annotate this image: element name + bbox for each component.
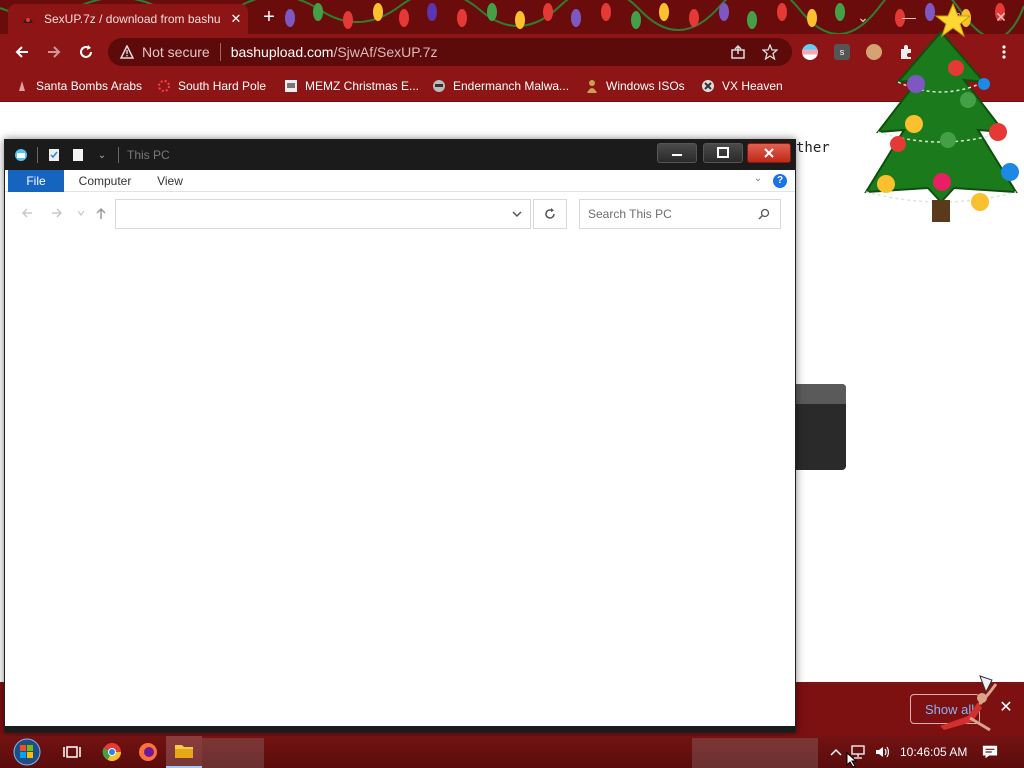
bookmark-label: Endermanch Malwa...: [453, 79, 570, 93]
firefox-icon: [139, 743, 157, 761]
show-hidden-icons-chevron-icon[interactable]: [828, 744, 844, 760]
customize-quick-access-icon[interactable]: ⌄: [94, 147, 110, 163]
tab-file[interactable]: File: [8, 170, 64, 192]
search-placeholder: Search This PC: [588, 207, 672, 221]
explorer-content-area[interactable]: [5, 234, 795, 732]
site-favicon-icon: [20, 11, 36, 27]
action-center-icon[interactable]: [982, 744, 998, 760]
divider: [118, 147, 119, 163]
tab-title: SexUP.7z / download from bashupload.com: [44, 12, 220, 26]
close-button[interactable]: [747, 143, 791, 163]
bookmark-south-hard-pole[interactable]: South Hard Pole: [156, 76, 266, 96]
firefox-taskbar-button[interactable]: [130, 736, 166, 768]
taskbar-button-ghost[interactable]: [692, 738, 818, 768]
back-arrow-icon[interactable]: [19, 205, 35, 221]
star-icon: [156, 78, 172, 94]
search-box[interactable]: Search This PC: [579, 199, 781, 229]
bookmark-memz-christmas[interactable]: MEMZ Christmas E...: [283, 76, 419, 96]
security-indicator[interactable]: Not secure: [142, 44, 210, 60]
close-download-bar-icon[interactable]: ✕: [996, 698, 1016, 718]
address-dropdown-icon[interactable]: [510, 207, 524, 221]
start-button[interactable]: [6, 736, 48, 768]
ribbon-tabs: File Computer View ⌄ ?: [5, 170, 795, 192]
arrow-right-icon: [48, 46, 61, 58]
close-icon: [764, 148, 774, 158]
task-view-button[interactable]: [54, 736, 90, 768]
refresh-icon: [545, 208, 555, 219]
memz-icon: [283, 78, 299, 94]
taskbar-clock[interactable]: 10:46:05 AM: [900, 736, 967, 768]
tab-computer[interactable]: Computer: [69, 170, 141, 192]
properties-icon[interactable]: [46, 147, 62, 163]
warning-icon: [120, 45, 134, 59]
tab-view[interactable]: View: [145, 170, 195, 192]
reload-icon: [80, 45, 92, 58]
dancer-sticker-icon: [940, 675, 998, 732]
chrome-icon: [102, 743, 121, 762]
new-folder-icon[interactable]: [70, 147, 86, 163]
help-icon[interactable]: ?: [773, 174, 787, 188]
url-path: /SjwAf/SexUP.7z: [333, 44, 438, 60]
window-bottom-border: [5, 726, 795, 732]
taskbar-button-ghost[interactable]: [202, 738, 264, 768]
extension-s-icon[interactable]: s: [834, 44, 850, 60]
minimize-icon: [672, 154, 682, 156]
page-text-fragment: ther: [796, 140, 830, 156]
maximize-icon: [717, 147, 729, 158]
bookmark-label: MEMZ Christmas E...: [305, 79, 420, 93]
file-explorer-window: ⌄ This PC File Computer View ⌄ ? Search …: [4, 139, 796, 733]
explorer-title-bar[interactable]: ⌄ This PC: [5, 140, 795, 170]
chrome-taskbar-button[interactable]: [94, 736, 130, 768]
share-icon[interactable]: [728, 42, 748, 62]
bookmark-santa-bombs-arabs[interactable]: Santa Bombs Arabs: [14, 76, 142, 96]
bookmark-endermanch-malware[interactable]: Endermanch Malwa...: [431, 76, 569, 96]
maximize-button[interactable]: [703, 143, 743, 163]
bomb-icon: [14, 78, 30, 94]
bookmark-label: Santa Bombs Arabs: [36, 79, 143, 93]
divider: [219, 43, 221, 61]
browser-tab-active[interactable]: SexUP.7z / download from bashupload.com …: [8, 4, 248, 34]
forward-button[interactable]: [40, 38, 68, 66]
extension-flag-icon[interactable]: [802, 44, 818, 60]
address-bar[interactable]: Not secure bashupload.com /SjwAf/SexUP.7…: [108, 38, 792, 66]
christmas-tree-decoration: [864, 2, 1019, 222]
folder-icon: [175, 745, 193, 758]
url-host: bashupload.com: [230, 44, 334, 60]
arrow-left-icon: [15, 46, 28, 58]
bookmark-label: South Hard Pole: [178, 79, 267, 93]
vx-icon: [700, 78, 716, 94]
mouse-cursor-icon: [846, 752, 858, 768]
raccoon-icon: [431, 78, 447, 94]
windows-icon: [584, 78, 600, 94]
task-view-icon: [63, 746, 81, 758]
bookmark-label: Windows ISOs: [606, 79, 685, 93]
file-explorer-taskbar-button[interactable]: [166, 736, 202, 768]
bookmark-label: VX Heaven: [722, 79, 783, 93]
up-arrow-icon[interactable]: [93, 205, 109, 221]
recent-locations-icon[interactable]: [73, 205, 89, 221]
bookmark-windows-isos[interactable]: Windows ISOs: [584, 76, 685, 96]
dark-overlay-panel: [796, 384, 846, 470]
close-tab-icon[interactable]: ✕: [228, 11, 244, 27]
divider: [37, 147, 38, 163]
window-title: This PC: [127, 148, 170, 162]
forward-arrow-icon[interactable]: [49, 205, 65, 221]
bookmark-star-icon[interactable]: [760, 42, 780, 62]
bookmark-vx-heaven[interactable]: VX Heaven: [700, 76, 783, 96]
search-icon[interactable]: [756, 206, 772, 222]
expand-ribbon-icon[interactable]: ⌄: [751, 173, 765, 187]
refresh-button[interactable]: [533, 199, 567, 229]
volume-icon[interactable]: [874, 744, 890, 760]
back-button[interactable]: [8, 38, 36, 66]
minimize-button[interactable]: [657, 143, 697, 163]
explorer-address-field[interactable]: [115, 199, 531, 229]
new-tab-button[interactable]: +: [258, 6, 280, 28]
explorer-app-icon[interactable]: [13, 147, 29, 163]
explorer-navigation-bar: Search This PC: [5, 193, 795, 233]
taskbar: 10:46:05 AM: [0, 736, 1024, 768]
reload-button[interactable]: [72, 38, 100, 66]
windows-orb-icon: [13, 738, 41, 766]
